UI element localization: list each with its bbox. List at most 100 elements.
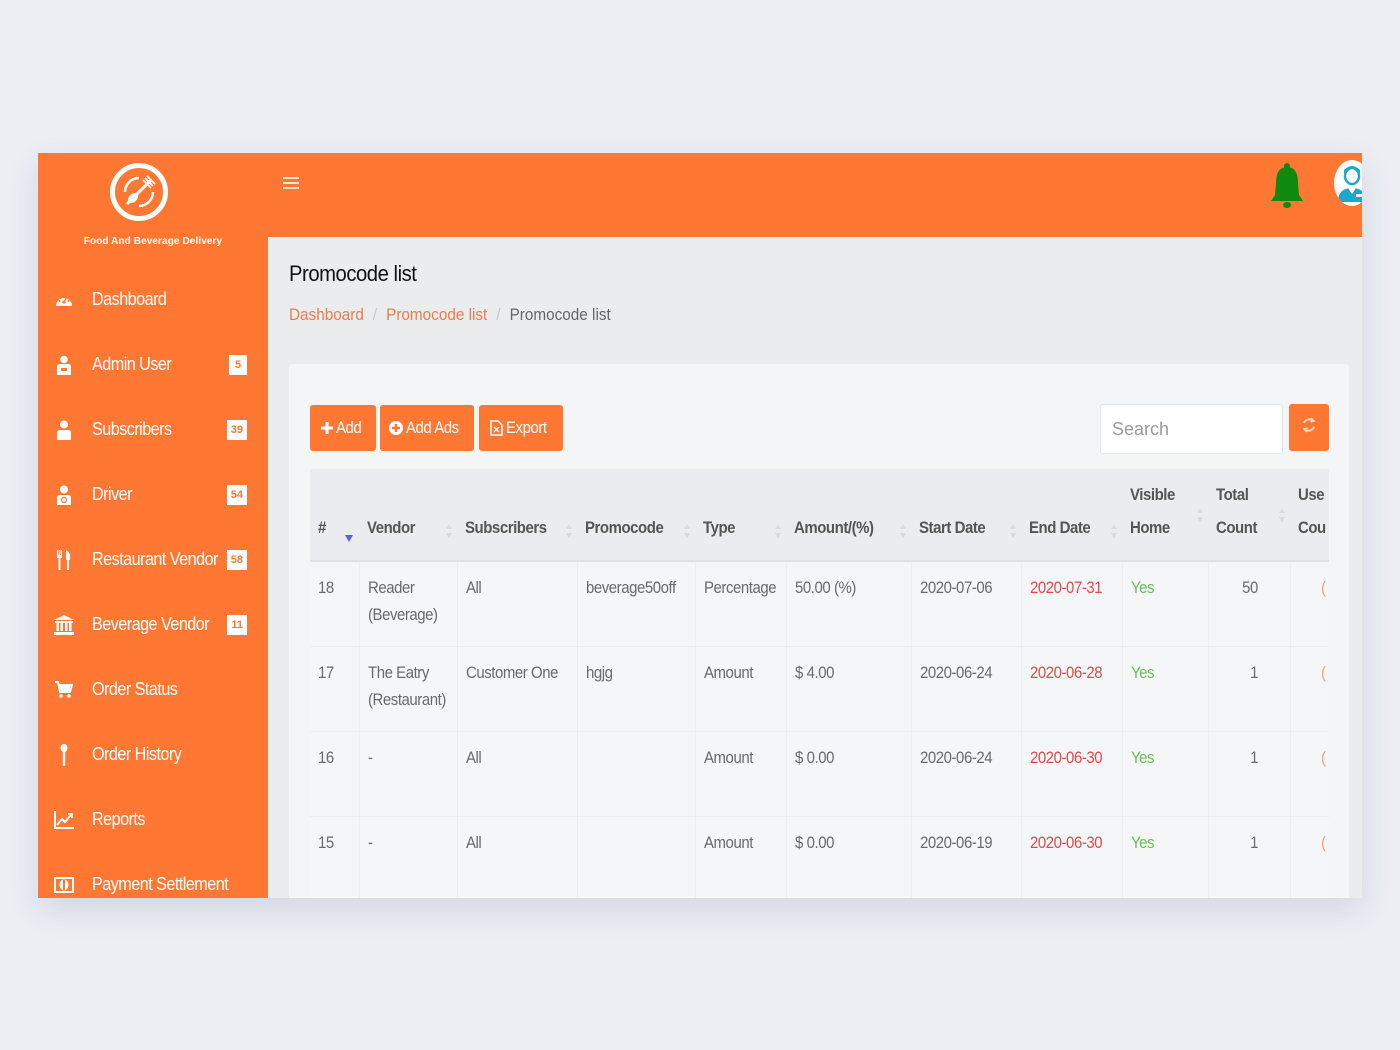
cart-icon [54, 680, 74, 700]
add-button-label: Add [336, 418, 362, 437]
add-ads-button-label: Add Ads [405, 418, 459, 437]
cell-promocode: hgjg [577, 646, 696, 732]
cell-promocode [577, 731, 696, 817]
cell-total-count: 1 [1208, 731, 1291, 817]
sidebar: Food And Beverage Delivery Dashboard Adm… [38, 153, 268, 898]
cell-id: 16 [310, 731, 360, 817]
column-header-end-date[interactable]: End Date [1021, 469, 1122, 562]
count-badge: 11 [227, 614, 247, 635]
cutlery-icon [54, 549, 74, 570]
table-row[interactable]: 18 Reader (Beverage) All beverage50off Pe… [310, 561, 1329, 647]
promocode-table-container: # Vendor Subscribers Promocode Type Amou… [310, 469, 1329, 898]
plus-circle-icon [388, 421, 403, 435]
table-header-row: # Vendor Subscribers Promocode Type Amou… [310, 469, 1329, 562]
user-avatar-icon[interactable] [1334, 160, 1362, 206]
fork-spoon-logo-icon [110, 163, 168, 221]
sidebar-item-restaurant-vendor[interactable]: Restaurant Vendor 58 [38, 527, 268, 592]
spoon-icon [54, 743, 74, 766]
sidebar-item-label: Order History [92, 744, 182, 764]
cell-vendor: - [359, 731, 458, 817]
cell-visible-home: Yes [1122, 816, 1209, 898]
column-header-type[interactable]: Type [695, 469, 786, 562]
cell-visible-home: Yes [1122, 731, 1209, 817]
cell-amount: 50.00 (%) [786, 561, 912, 647]
column-header-visible-home[interactable]: Visible Home [1122, 469, 1208, 562]
breadcrumb-link-dashboard[interactable]: Dashboard [289, 305, 364, 325]
sidebar-item-label: Subscribers [92, 419, 172, 439]
sidebar-item-label: Dashboard [92, 289, 167, 309]
cell-vendor: Reader (Beverage) [359, 561, 458, 647]
sidebar-item-dashboard[interactable]: Dashboard [38, 267, 268, 332]
add-ads-button[interactable]: Add Ads [380, 405, 474, 451]
cell-use-count: ( [1290, 646, 1329, 732]
sort-icon [684, 524, 691, 538]
cell-vendor: The Eatry (Restaurant) [359, 646, 458, 732]
cell-subscribers: All [457, 731, 578, 817]
cell-start-date: 2020-06-24 [911, 646, 1022, 732]
cell-type: Amount [695, 731, 787, 817]
column-header-use-count[interactable]: Use Cou [1290, 469, 1329, 562]
app-window: Food And Beverage Delivery Dashboard Adm… [38, 153, 1362, 898]
column-header-total-count[interactable]: Total Count [1208, 469, 1290, 562]
cell-use-count: ( [1290, 561, 1329, 647]
brand[interactable]: Food And Beverage Delivery [38, 153, 268, 263]
sidebar-item-label: Admin User [92, 354, 172, 374]
export-button[interactable]: Export [479, 405, 563, 451]
count-badge: 54 [226, 484, 247, 505]
sidebar-item-order-history[interactable]: Order History [38, 722, 268, 787]
plus-icon [321, 422, 334, 434]
sidebar-item-reports[interactable]: Reports [38, 787, 268, 852]
refresh-icon [1302, 417, 1316, 438]
bank-building-icon [54, 614, 74, 635]
user-icon [54, 420, 74, 440]
cell-total-count: 50 [1208, 561, 1291, 647]
cell-promocode: beverage50off [577, 561, 696, 647]
cell-visible-home: Yes [1122, 561, 1209, 647]
sidebar-item-subscribers[interactable]: Subscribers 39 [38, 397, 268, 462]
sidebar-item-label: Reports [92, 809, 145, 829]
breadcrumb: Dashboard / Promocode list / Promocode l… [289, 305, 611, 325]
sidebar-item-label: Beverage Vendor [92, 614, 210, 634]
sort-icon [1010, 524, 1017, 538]
sidebar-item-label: Payment Settlement [92, 874, 229, 894]
sort-icon [446, 524, 453, 538]
promocode-card: Add Add Ads Export Search # Vendor Subsc… [289, 364, 1349, 898]
cell-use-count: ( [1290, 816, 1329, 898]
search-input[interactable] [1100, 404, 1283, 454]
sort-icon [1111, 524, 1118, 538]
column-header-subscribers[interactable]: Subscribers [457, 469, 577, 562]
cell-total-count: 1 [1208, 816, 1291, 898]
breadcrumb-link-promocode-list[interactable]: Promocode list [386, 305, 487, 325]
sidebar-item-payment-settlement[interactable]: Payment Settlement [38, 852, 268, 898]
column-header-vendor[interactable]: Vendor [359, 469, 457, 562]
sidebar-item-beverage-vendor[interactable]: Beverage Vendor 11 [38, 592, 268, 657]
sidebar-item-label: Restaurant Vendor [92, 549, 218, 569]
cell-type: Percentage [695, 561, 787, 647]
bell-icon[interactable] [1268, 161, 1306, 211]
dashboard-gauge-icon [54, 290, 74, 310]
cell-id: 17 [310, 646, 360, 732]
cell-subscribers: All [457, 816, 578, 898]
sort-icon [1279, 508, 1286, 522]
cell-start-date: 2020-07-06 [911, 561, 1022, 647]
add-button[interactable]: Add [310, 405, 376, 451]
cell-amount: $ 0.00 [786, 816, 912, 898]
table-row[interactable]: 15 - All Amount $ 0.00 2020-06-19 2020-0… [310, 816, 1329, 898]
sidebar-item-admin-user[interactable]: Admin User 5 [38, 332, 268, 397]
sidebar-item-label: Driver [92, 484, 133, 504]
column-header-amount[interactable]: Amount/(%) [786, 469, 911, 562]
sidebar-item-driver[interactable]: Driver 54 [38, 462, 268, 527]
table-row[interactable]: 16 - All Amount $ 0.00 2020-06-24 2020-0… [310, 731, 1329, 817]
table-row[interactable]: 17 The Eatry (Restaurant) Customer One hg… [310, 646, 1329, 732]
sidebar-item-order-status[interactable]: Order Status [38, 657, 268, 722]
topbar [268, 153, 1362, 237]
column-header-start-date[interactable]: Start Date [911, 469, 1021, 562]
refresh-button[interactable] [1289, 404, 1329, 451]
column-header-promocode[interactable]: Promocode [577, 469, 695, 562]
cell-end-date: 2020-06-28 [1021, 646, 1123, 732]
count-badge: 58 [226, 549, 247, 570]
hamburger-menu-icon[interactable] [283, 177, 299, 191]
cell-type: Amount [695, 646, 787, 732]
money-icon [54, 875, 74, 895]
column-header-id[interactable]: # [310, 469, 359, 562]
